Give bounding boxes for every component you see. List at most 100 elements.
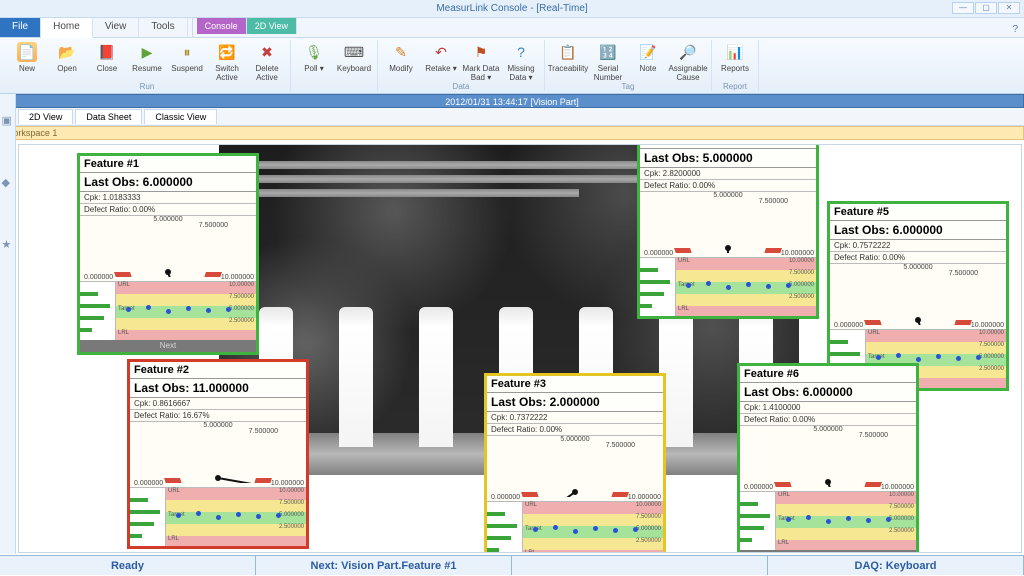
modules-icon[interactable]: ▣	[2, 114, 14, 126]
panel-gauge: 0.0000005.0000007.50000010.000000	[830, 264, 1006, 330]
panel-last-obs: Last Obs: 6.000000	[80, 173, 256, 192]
panel-gauge: 0.0000005.0000007.50000010.000000	[130, 422, 306, 488]
tab-classic[interactable]: Classic View	[144, 109, 217, 124]
panel-run-chart: URL10.000007.500000Target5.0000002.50000…	[740, 492, 916, 550]
ribbon: 📄New 📂Open 📕Close ▶Resume ⏸Suspend 🔁Swit…	[0, 38, 1024, 94]
panel-last-obs: Last Obs: 6.000000	[740, 383, 916, 402]
reports-icon: 📊	[725, 42, 745, 62]
switch-icon: 🔁	[217, 42, 237, 62]
panel-gauge: 0.0000005.0000007.50000010.000000	[487, 436, 663, 502]
delete-icon: ✖	[257, 42, 277, 62]
feature-panel-4[interactable]: Feature #4Last Obs: 5.000000Cpk: 2.82000…	[637, 144, 819, 319]
panel-footer: Current	[740, 550, 916, 553]
feature-panel-2[interactable]: Feature #2Last Obs: 11.000000Cpk: 0.8616…	[127, 359, 309, 549]
action-items-icon[interactable]: ★	[2, 238, 14, 250]
new-icon: 📄	[17, 42, 37, 62]
tab-2dview[interactable]: 2D View	[18, 109, 73, 124]
ribbon-modify[interactable]: ✎Modify	[382, 40, 420, 82]
ribbon-reports[interactable]: 📊Reports	[716, 40, 754, 82]
canvas: Feature #1Last Obs: 6.000000Cpk: 1.01833…	[18, 144, 1022, 553]
status-next: Next: Vision Part.Feature #1	[256, 556, 512, 575]
tab-file[interactable]: File	[0, 18, 41, 37]
document-titlebar: 2012/01/31 13:44:17 [Vision Part]	[0, 94, 1024, 108]
window-title: MeasurLink Console - [Real-Time]	[436, 3, 587, 14]
status-mid	[512, 556, 768, 575]
panel-title: Feature #5	[830, 204, 1006, 221]
panel-run-chart: URL10.000007.500000Target5.0000002.50000…	[80, 282, 256, 340]
workspace-bar[interactable]: Workspace 1	[0, 126, 1024, 140]
status-ready: Ready	[0, 556, 256, 575]
group-data-label: Data	[382, 82, 540, 91]
minimize-button[interactable]: —	[952, 2, 974, 14]
tab-2dview-top[interactable]: 2D View	[247, 18, 297, 34]
modify-icon: ✎	[391, 42, 411, 62]
assignable-icon: 🔎	[678, 42, 698, 62]
ribbon-markbad[interactable]: ⚑Mark Data Bad ▾	[462, 40, 500, 82]
panel-last-obs: Last Obs: 11.000000	[130, 379, 306, 398]
panel-title: Feature #1	[80, 156, 256, 173]
panel-last-obs: Last Obs: 2.000000	[487, 393, 663, 412]
ribbon-assignable[interactable]: 🔎Assignable Cause	[669, 40, 707, 82]
feature-panel-3[interactable]: Feature #3Last Obs: 2.000000Cpk: 0.73722…	[484, 373, 666, 553]
traceability-icon: 📋	[558, 42, 578, 62]
tab-console[interactable]: Console	[197, 18, 247, 34]
panel-gauge: 0.0000005.0000007.50000010.000000	[80, 216, 256, 282]
retake-icon: ↶	[431, 42, 451, 62]
tab-datasheet[interactable]: Data Sheet	[75, 109, 142, 124]
feature-panel-1[interactable]: Feature #1Last Obs: 6.000000Cpk: 1.01833…	[77, 153, 259, 355]
panel-cpk: Cpk: 1.4100000	[740, 402, 916, 414]
panel-title: Feature #6	[740, 366, 916, 383]
note-icon: 📝	[638, 42, 658, 62]
feature-panel-6[interactable]: Feature #6Last Obs: 6.000000Cpk: 1.41000…	[737, 363, 919, 553]
panel-gauge: 0.0000005.0000007.50000010.000000	[740, 426, 916, 492]
panel-title: Feature #2	[130, 362, 306, 379]
resume-icon: ▶	[137, 42, 157, 62]
close-button[interactable]: ✕	[998, 2, 1020, 14]
ribbon-note[interactable]: 📝Note	[629, 40, 667, 82]
panel-cpk: Cpk: 1.0183333	[80, 192, 256, 204]
ribbon-serial[interactable]: 🔢Serial Number	[589, 40, 627, 82]
help-icon[interactable]: ?	[1012, 24, 1018, 35]
poll-icon: 🎙	[304, 42, 324, 62]
panel-last-obs: Last Obs: 6.000000	[830, 221, 1006, 240]
panel-run-chart: URL10.000007.500000Target5.0000002.50000…	[487, 502, 663, 553]
left-rail: ▣ ◆ ★	[0, 94, 16, 554]
ribbon-open[interactable]: 📂Open	[48, 40, 86, 82]
panel-run-chart: URL10.000007.500000Target5.0000002.50000…	[640, 258, 816, 316]
ribbon-switch[interactable]: 🔁Switch Active	[208, 40, 246, 82]
ribbon-missing[interactable]: ?Missing Data ▾	[502, 40, 540, 82]
view-tabs: 2D View Data Sheet Classic View	[0, 108, 1024, 126]
ribbon-close[interactable]: 📕Close	[88, 40, 126, 82]
ribbon-delete[interactable]: ✖Delete Active	[248, 40, 286, 82]
ribbon-resume[interactable]: ▶Resume	[128, 40, 166, 82]
open-icon: 📂	[57, 42, 77, 62]
trimester-icon[interactable]: ◆	[2, 176, 14, 188]
panel-cpk: Cpk: 0.7372222	[487, 412, 663, 424]
panel-last-obs: Last Obs: 5.000000	[640, 149, 816, 168]
close-icon: 📕	[97, 42, 117, 62]
window-titlebar: MeasurLink Console - [Real-Time] — ▢ ✕	[0, 0, 1024, 18]
mark-bad-icon: ⚑	[471, 42, 491, 62]
ribbon-traceability[interactable]: 📋Traceability	[549, 40, 587, 82]
maximize-button[interactable]: ▢	[975, 2, 997, 14]
suspend-icon: ⏸	[177, 42, 197, 62]
group-report-label: Report	[716, 82, 754, 91]
ribbon-new[interactable]: 📄New	[8, 40, 46, 82]
statusbar: Ready Next: Vision Part.Feature #1 DAQ: …	[0, 555, 1024, 575]
panel-gauge: 0.0000005.0000007.50000010.000000	[640, 192, 816, 258]
ribbon-retake[interactable]: ↶Retake ▾	[422, 40, 460, 82]
status-daq: DAQ: Keyboard	[768, 556, 1024, 575]
group-tag-label: Tag	[549, 82, 707, 91]
main-tabs: File Home View Tools Console 2D View ?	[0, 18, 1024, 38]
ribbon-suspend[interactable]: ⏸Suspend	[168, 40, 206, 82]
serial-icon: 🔢	[598, 42, 618, 62]
panel-footer: Next	[80, 340, 256, 352]
tab-view[interactable]: View	[93, 18, 140, 37]
panel-cpk: Cpk: 0.8616667	[130, 398, 306, 410]
tab-tools[interactable]: Tools	[139, 18, 187, 37]
ribbon-keyboard[interactable]: ⌨Keyboard	[335, 40, 373, 82]
panel-cpk: Cpk: 0.7572222	[830, 240, 1006, 252]
tab-home[interactable]: Home	[41, 18, 93, 38]
ribbon-poll[interactable]: 🎙Poll ▾	[295, 40, 333, 82]
panel-run-chart: URL10.000007.500000Target5.0000002.50000…	[130, 488, 306, 546]
